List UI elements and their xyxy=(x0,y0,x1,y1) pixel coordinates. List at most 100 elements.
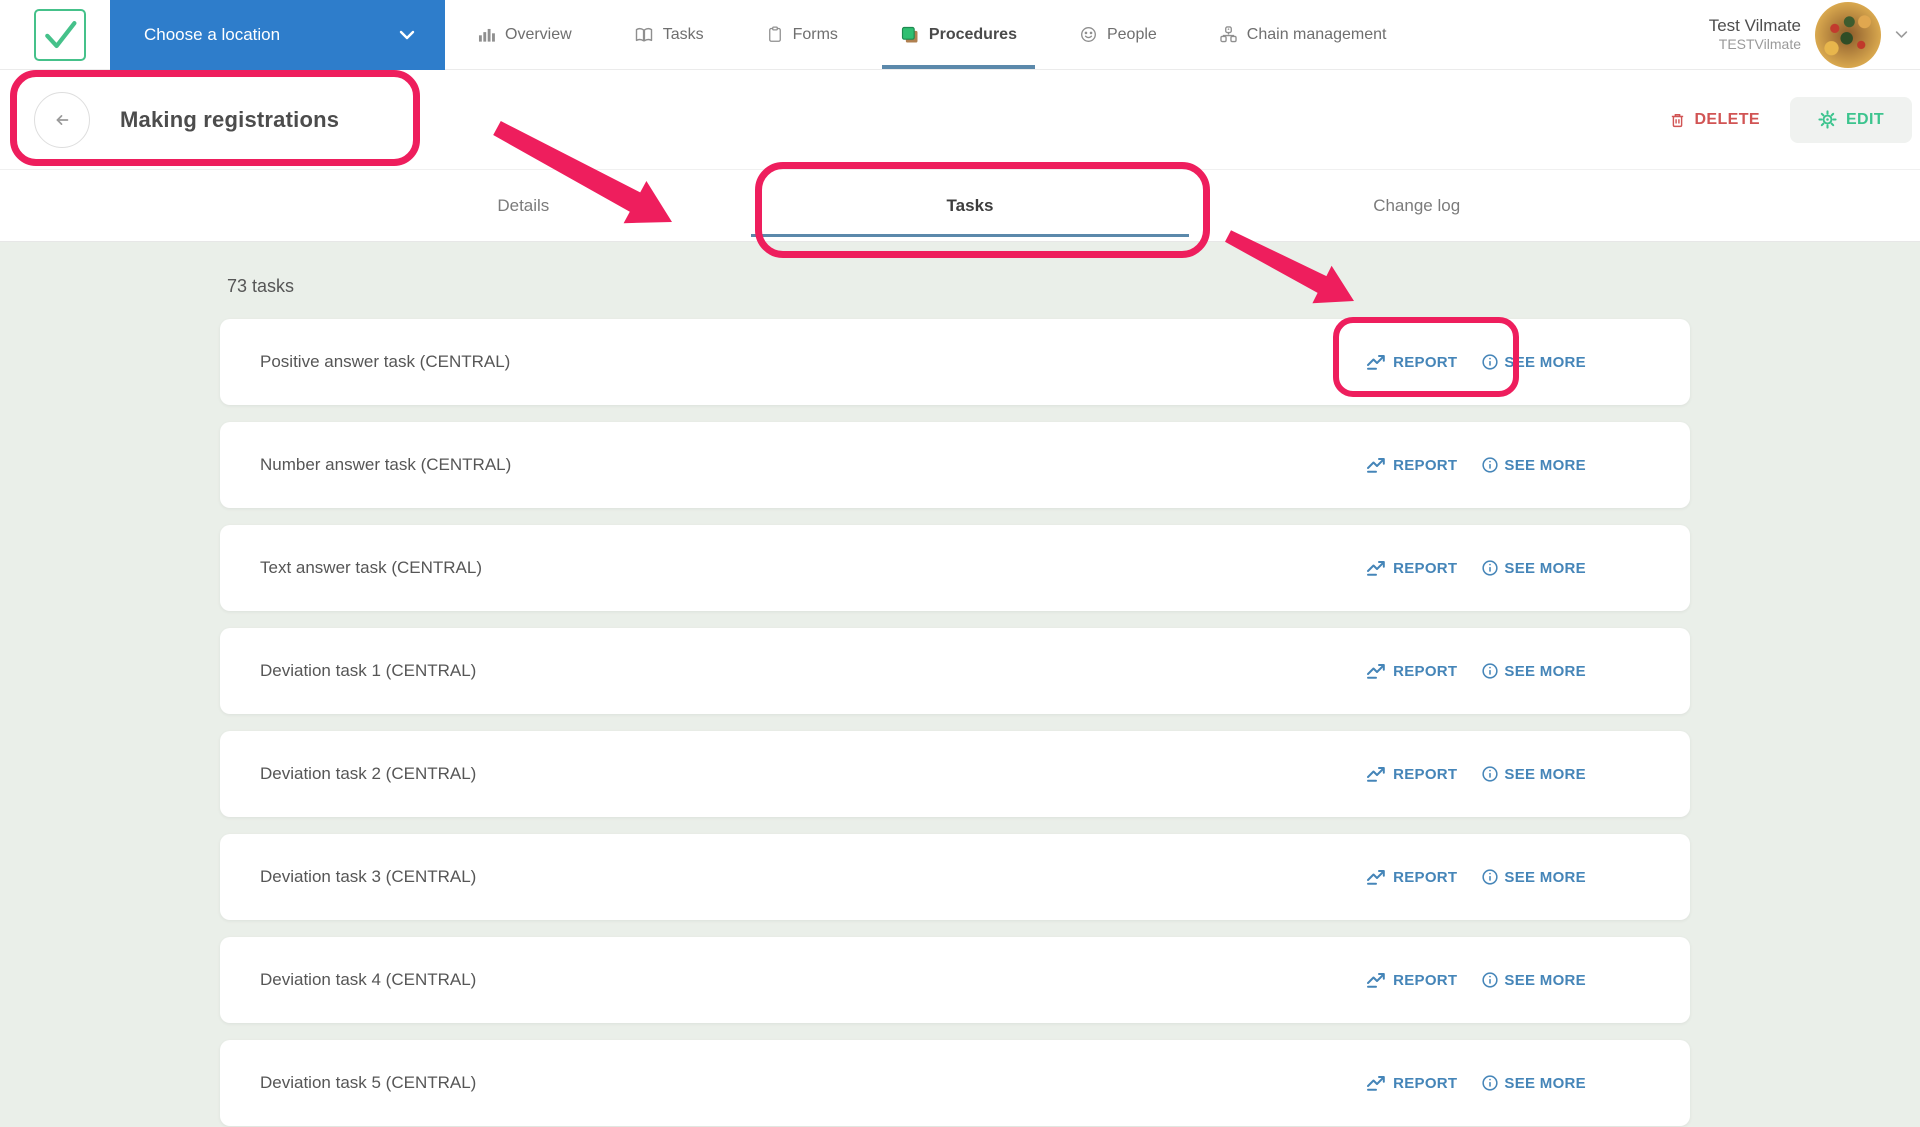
info-icon xyxy=(1481,662,1499,680)
see-more-link[interactable]: SEE MORE xyxy=(1481,559,1586,577)
task-list: Positive answer task (CENTRAL) REPORT SE… xyxy=(220,319,1690,1126)
top-navigation: Choose a location Overview Tasks Forms P… xyxy=(0,0,1920,70)
task-card: Number answer task (CENTRAL) REPORT SEE … xyxy=(220,422,1690,508)
report-link[interactable]: REPORT xyxy=(1366,972,1457,989)
nav-item-forms[interactable]: Forms xyxy=(766,0,838,69)
trend-up-icon xyxy=(1366,1075,1388,1092)
user-names: Test Vilmate TESTVilmate xyxy=(1709,15,1801,54)
info-icon xyxy=(1481,1074,1499,1092)
see-more-label: SEE MORE xyxy=(1504,868,1586,886)
see-more-link[interactable]: SEE MORE xyxy=(1481,662,1586,680)
task-actions: REPORT SEE MORE xyxy=(1366,1074,1586,1092)
choose-location-button[interactable]: Choose a location xyxy=(110,0,445,70)
task-actions: REPORT SEE MORE xyxy=(1366,559,1586,577)
see-more-label: SEE MORE xyxy=(1504,662,1586,680)
task-name: Positive answer task (CENTRAL) xyxy=(260,352,511,371)
tab-label: Details xyxy=(497,195,550,215)
edit-button-label: EDIT xyxy=(1845,110,1885,128)
report-link[interactable]: REPORT xyxy=(1366,354,1457,371)
see-more-label: SEE MORE xyxy=(1504,971,1586,989)
task-card: Deviation task 1 (CENTRAL) REPORT SEE MO… xyxy=(220,628,1690,714)
see-more-label: SEE MORE xyxy=(1504,765,1586,783)
see-more-label: SEE MORE xyxy=(1504,353,1586,371)
clipboard-icon xyxy=(766,25,784,44)
nav-item-people[interactable]: People xyxy=(1079,0,1157,69)
info-icon xyxy=(1481,353,1499,371)
nav-item-overview[interactable]: Overview xyxy=(477,0,572,69)
task-actions: REPORT SEE MORE xyxy=(1366,971,1586,989)
trend-up-icon xyxy=(1366,972,1388,989)
task-count: 73 tasks xyxy=(227,276,295,296)
smiley-icon xyxy=(1079,25,1098,44)
trend-up-icon xyxy=(1366,663,1388,680)
trend-up-icon xyxy=(1366,869,1388,886)
trend-up-icon xyxy=(1366,560,1388,577)
see-more-link[interactable]: SEE MORE xyxy=(1481,971,1586,989)
task-name: Number answer task (CENTRAL) xyxy=(260,455,512,474)
report-label: REPORT xyxy=(1393,559,1458,577)
page-title: Making registrations xyxy=(120,106,340,132)
report-link[interactable]: REPORT xyxy=(1366,663,1457,680)
task-card: Positive answer task (CENTRAL) REPORT SE… xyxy=(220,319,1690,405)
task-card: Deviation task 2 (CENTRAL) REPORT SEE MO… xyxy=(220,731,1690,817)
nav-item-label: People xyxy=(1106,25,1157,43)
delete-button[interactable]: DELETE xyxy=(1669,111,1760,129)
info-icon xyxy=(1481,765,1499,783)
task-card: Deviation task 5 (CENTRAL) REPORT SEE MO… xyxy=(220,1040,1690,1126)
tab-change-log[interactable]: Change log xyxy=(1193,170,1640,241)
see-more-label: SEE MORE xyxy=(1504,559,1586,577)
report-label: REPORT xyxy=(1393,353,1458,371)
tab-details[interactable]: Details xyxy=(300,170,747,241)
trend-up-icon xyxy=(1366,354,1388,371)
avatar[interactable] xyxy=(1815,1,1881,68)
header-actions: DELETE EDIT xyxy=(1669,96,1920,143)
nav-item-label: Procedures xyxy=(928,25,1017,43)
task-actions: REPORT SEE MORE xyxy=(1366,868,1586,886)
report-link[interactable]: REPORT xyxy=(1366,560,1457,577)
see-more-link[interactable]: SEE MORE xyxy=(1481,353,1586,371)
edit-button[interactable]: EDIT xyxy=(1790,96,1912,143)
task-card: Text answer task (CENTRAL) REPORT SEE MO… xyxy=(220,525,1690,611)
task-name: Deviation task 4 (CENTRAL) xyxy=(260,970,477,989)
report-label: REPORT xyxy=(1393,1074,1458,1092)
see-more-link[interactable]: SEE MORE xyxy=(1481,1074,1586,1092)
trend-up-icon xyxy=(1366,766,1388,783)
active-tab-underline xyxy=(750,234,1190,237)
report-link[interactable]: REPORT xyxy=(1366,869,1457,886)
app-logo[interactable] xyxy=(34,8,86,61)
user-menu[interactable]: Test Vilmate TESTVilmate xyxy=(1709,1,1920,68)
delete-button-label: DELETE xyxy=(1694,110,1760,128)
report-label: REPORT xyxy=(1393,868,1458,886)
checkmark-icon xyxy=(38,13,82,57)
arrow-left-icon xyxy=(51,109,73,131)
task-name: Deviation task 1 (CENTRAL) xyxy=(260,661,477,680)
report-link[interactable]: REPORT xyxy=(1366,1075,1457,1092)
info-icon xyxy=(1481,456,1499,474)
nav-item-tasks[interactable]: Tasks xyxy=(634,0,704,69)
see-more-link[interactable]: SEE MORE xyxy=(1481,456,1586,474)
report-label: REPORT xyxy=(1393,662,1458,680)
tab-label: Tasks xyxy=(946,195,994,215)
active-nav-underline xyxy=(881,65,1035,69)
tab-label: Change log xyxy=(1373,195,1461,215)
report-link[interactable]: REPORT xyxy=(1366,457,1457,474)
report-link[interactable]: REPORT xyxy=(1366,766,1457,783)
org-chart-icon xyxy=(1219,25,1238,44)
task-name: Deviation task 5 (CENTRAL) xyxy=(260,1073,477,1092)
nav-item-procedures[interactable]: Procedures xyxy=(881,0,1035,69)
report-label: REPORT xyxy=(1393,456,1458,474)
main-menu: Overview Tasks Forms Procedures People C… xyxy=(477,0,1386,69)
user-name: Test Vilmate xyxy=(1708,16,1801,36)
back-button[interactable] xyxy=(34,91,90,148)
task-name: Deviation task 3 (CENTRAL) xyxy=(260,867,477,886)
see-more-link[interactable]: SEE MORE xyxy=(1481,868,1586,886)
info-icon xyxy=(1481,868,1499,886)
nav-item-chain-management[interactable]: Chain management xyxy=(1219,0,1386,69)
see-more-label: SEE MORE xyxy=(1504,456,1586,474)
choose-location-label: Choose a location xyxy=(144,24,281,44)
see-more-link[interactable]: SEE MORE xyxy=(1481,765,1586,783)
tab-tasks[interactable]: Tasks xyxy=(747,170,1194,241)
task-actions: REPORT SEE MORE xyxy=(1366,353,1586,371)
info-icon xyxy=(1481,559,1499,577)
layers-icon xyxy=(900,25,920,45)
